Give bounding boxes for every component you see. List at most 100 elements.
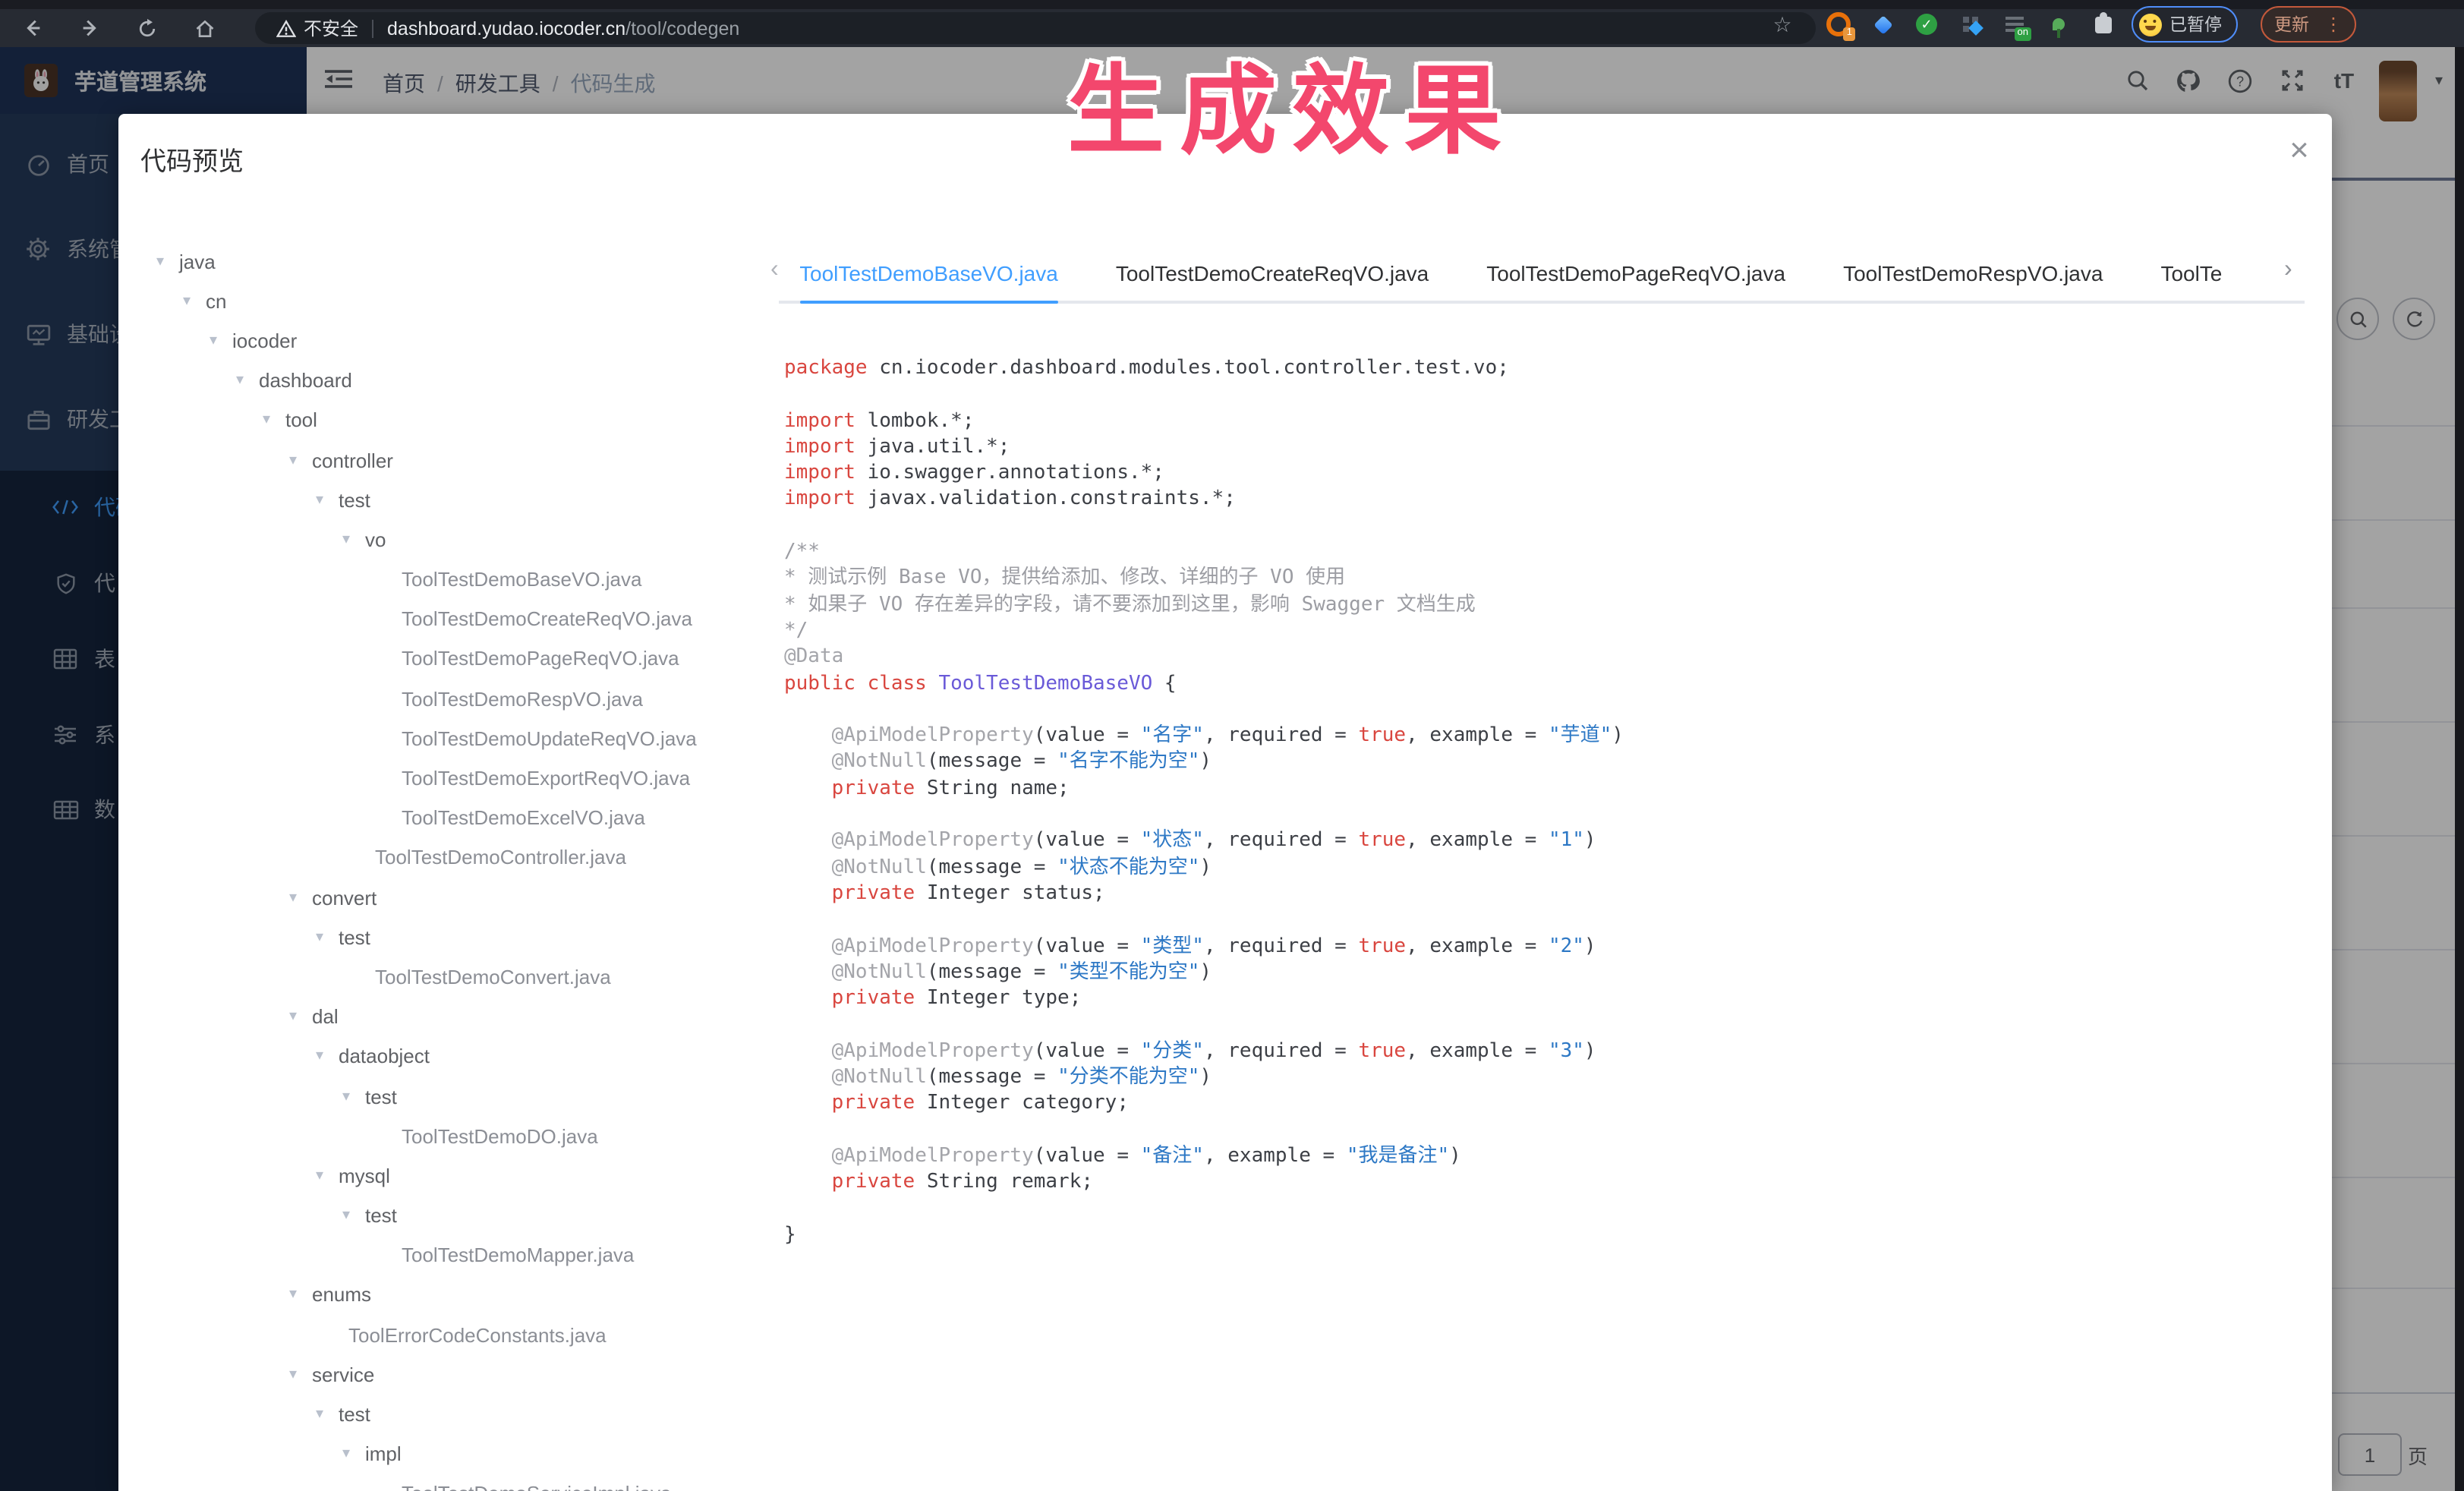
- tree-node-file[interactable]: ToolTestDemoMapper.java: [118, 1235, 770, 1275]
- code-token: ): [1583, 935, 1596, 958]
- tree-expand-icon[interactable]: ▾: [289, 1287, 312, 1303]
- close-icon[interactable]: ×: [2280, 131, 2319, 170]
- tree-node-folder[interactable]: ▾ vo: [118, 520, 770, 560]
- tree-expand-icon[interactable]: ▾: [289, 1008, 312, 1025]
- tree-expand-icon[interactable]: ▾: [156, 253, 179, 270]
- code-token: "备注": [1140, 1144, 1204, 1168]
- code-token: "类型": [1140, 935, 1204, 958]
- tree-node-folder[interactable]: ▾ cn: [118, 281, 770, 320]
- tree-expand-icon[interactable]: ▾: [289, 452, 312, 468]
- extension-green-check-icon[interactable]: ✓: [1914, 12, 1939, 36]
- tree-expand-icon[interactable]: ▾: [316, 491, 339, 508]
- tree-node-folder[interactable]: ▾ test: [118, 1395, 770, 1434]
- tree-node-folder[interactable]: ▾ test: [118, 480, 770, 519]
- tree-expand-icon[interactable]: ▾: [183, 293, 206, 310]
- code-token: ): [1199, 1066, 1212, 1089]
- extension-gem-icon[interactable]: [1870, 12, 1895, 36]
- tree-node-file[interactable]: ToolErrorCodeConstants.java: [118, 1315, 770, 1354]
- extension-switch-icon[interactable]: on: [2002, 12, 2031, 41]
- code-token: private: [831, 881, 915, 905]
- code-token: ): [1199, 856, 1212, 879]
- tree-node-label: ToolTestDemoDO.java: [402, 1124, 598, 1148]
- tree-node-folder[interactable]: ▾ convert: [118, 878, 770, 917]
- reload-icon[interactable]: [128, 9, 167, 47]
- tree-expand-icon[interactable]: ▾: [289, 889, 312, 906]
- forward-icon[interactable]: [70, 9, 109, 47]
- code-viewer[interactable]: package cn.iocoder.dashboard.modules.too…: [784, 355, 1624, 1248]
- tree-node-file[interactable]: ToolTestDemoConvert.java: [118, 957, 770, 997]
- tree-node-label: test: [365, 1085, 397, 1108]
- tree-node-folder[interactable]: ▾ tool: [118, 401, 770, 440]
- tree-expand-icon[interactable]: ▾: [316, 929, 339, 946]
- tab-4[interactable]: ToolTe: [2160, 254, 2222, 293]
- url-path[interactable]: /tool/codegen: [625, 17, 739, 39]
- tree-node-file[interactable]: ToolTestDemoExportReqVO.java: [118, 758, 770, 798]
- tree-node-folder[interactable]: ▾ java: [118, 241, 770, 281]
- url-host[interactable]: dashboard.yudao.iocoder.cn: [387, 17, 625, 39]
- tree-expand-icon[interactable]: ▾: [316, 1406, 339, 1423]
- tree-expand-icon[interactable]: ▾: [289, 1366, 312, 1383]
- tree-node-folder[interactable]: ▾ service: [118, 1355, 770, 1395]
- window-scrollbar-edge[interactable]: [2455, 47, 2464, 1491]
- tree-node-folder[interactable]: ▾ iocoder: [118, 321, 770, 361]
- tree-node-file[interactable]: ToolTestDemoServiceImpl.java: [118, 1474, 770, 1491]
- tree-node-file[interactable]: ToolTestDemoUpdateReqVO.java: [118, 719, 770, 758]
- code-token: "名字不能为空": [1057, 750, 1200, 774]
- security-label[interactable]: 不安全: [304, 15, 358, 41]
- code-token: @ApiModelProperty: [831, 1039, 1034, 1063]
- browser-menu-icon[interactable]: ⋮: [2324, 14, 2343, 35]
- address-bar[interactable]: 不安全 dashboard.yudao.iocoder.cn/tool/code…: [255, 12, 1816, 44]
- url-separator: [372, 19, 374, 37]
- tree-node-file[interactable]: ToolTestDemoPageReqVO.java: [118, 639, 770, 679]
- code-token: (value =: [1033, 1144, 1141, 1168]
- tree-node-folder[interactable]: ▾ controller: [118, 440, 770, 480]
- tree-node-folder[interactable]: ▾ enums: [118, 1275, 770, 1315]
- tree-expand-icon[interactable]: ▾: [342, 1088, 365, 1105]
- code-token: true: [1358, 1039, 1407, 1063]
- tree-node-file[interactable]: ToolTestDemoDO.java: [118, 1116, 770, 1155]
- home-icon[interactable]: [185, 9, 225, 47]
- tree-node-file[interactable]: ToolTestDemoController.java: [118, 838, 770, 878]
- tree-node-label: ToolTestDemoPageReqVO.java: [402, 647, 679, 670]
- tree-node-file[interactable]: ToolTestDemoCreateReqVO.java: [118, 599, 770, 638]
- tab-3[interactable]: ToolTestDemoRespVO.java: [1843, 254, 2103, 293]
- warning-icon[interactable]: [276, 19, 296, 37]
- tree-expand-icon[interactable]: ▾: [263, 412, 285, 429]
- tree-expand-icon[interactable]: ▾: [316, 1048, 339, 1065]
- tree-node-folder[interactable]: ▾ mysql: [118, 1156, 770, 1196]
- code-token: @ApiModelProperty: [831, 935, 1034, 958]
- tree-node-file[interactable]: ToolTestDemoExcelVO.java: [118, 798, 770, 837]
- tree-node-label: cn: [206, 289, 227, 313]
- tree-expand-icon[interactable]: ▾: [236, 372, 259, 389]
- back-icon[interactable]: [12, 9, 52, 47]
- tree-expand-icon[interactable]: ▾: [342, 531, 365, 548]
- profile-paused-badge[interactable]: 已暂停: [2132, 6, 2237, 43]
- tree-node-folder[interactable]: ▾ dal: [118, 997, 770, 1036]
- tabs-scroll-left-icon[interactable]: ‹: [770, 257, 779, 284]
- extension-grid-icon[interactable]: [1958, 12, 1983, 36]
- tree-node-label: ToolTestDemoConvert.java: [375, 965, 611, 988]
- tab-1[interactable]: ToolTestDemoCreateReqVO.java: [1116, 254, 1429, 293]
- extension-plant-icon[interactable]: [2047, 12, 2071, 38]
- tree-node-folder[interactable]: ▾ dashboard: [118, 361, 770, 400]
- tree-expand-icon[interactable]: ▾: [342, 1207, 365, 1224]
- tabs-scroll-right-icon[interactable]: ›: [2284, 257, 2292, 284]
- code-token: (value =: [1033, 1039, 1141, 1063]
- tree-expand-icon[interactable]: ▾: [316, 1168, 339, 1184]
- browser-update-button[interactable]: 更新 ⋮: [2261, 6, 2356, 43]
- extensions-menu-icon[interactable]: [2091, 11, 2115, 36]
- tab-2[interactable]: ToolTestDemoPageReqVO.java: [1486, 254, 1785, 293]
- tab-0[interactable]: ToolTestDemoBaseVO.java: [799, 254, 1058, 293]
- bookmark-star-icon[interactable]: ☆: [1767, 9, 1798, 39]
- tree-node-folder[interactable]: ▾ test: [118, 917, 770, 957]
- tree-node-folder[interactable]: ▾ test: [118, 1076, 770, 1116]
- tree-expand-icon[interactable]: ▾: [210, 333, 232, 349]
- tree-node-folder[interactable]: ▾ dataobject: [118, 1037, 770, 1076]
- tree-node-file[interactable]: ToolTestDemoRespVO.java: [118, 679, 770, 718]
- tree-node-folder[interactable]: ▾ test: [118, 1196, 770, 1235]
- file-tree: ▾ java ▾ cn ▾ iocoder ▾ dashboard ▾ tool ▾ controll…: [118, 241, 770, 1491]
- tree-expand-icon[interactable]: ▾: [342, 1445, 365, 1462]
- extension-tampermonkey-icon[interactable]: 1: [1826, 12, 1855, 41]
- tree-node-folder[interactable]: ▾ impl: [118, 1434, 770, 1474]
- tree-node-file[interactable]: ToolTestDemoBaseVO.java: [118, 560, 770, 599]
